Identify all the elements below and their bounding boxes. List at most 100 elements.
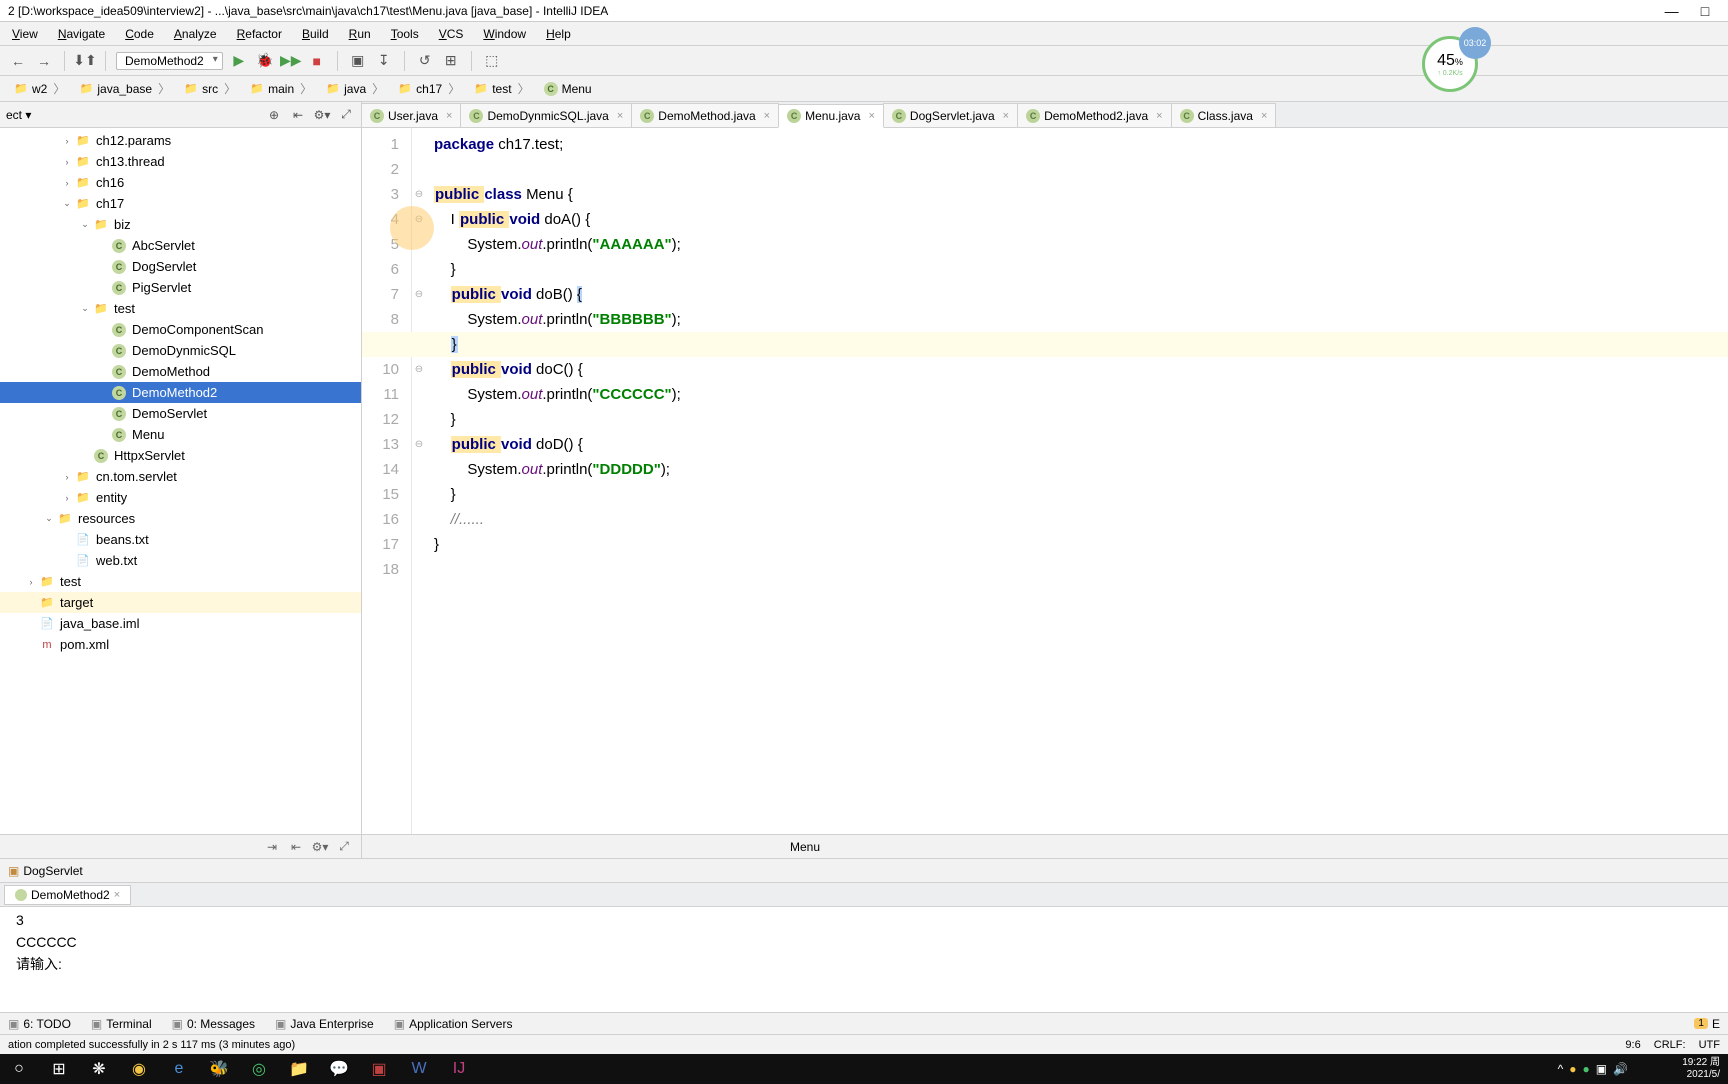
breadcrumb-item[interactable]: 📁 w2〉	[8, 79, 73, 98]
tool-1-icon[interactable]: ▣	[348, 51, 368, 71]
tree-item-dogservlet[interactable]: CDogServlet	[0, 256, 361, 277]
tray-sound-icon[interactable]: 🔊	[1613, 1062, 1628, 1076]
editor-tab-demomethod2-java[interactable]: CDemoMethod2.java×	[1017, 103, 1172, 127]
code-content[interactable]: package ch17.test;public class Menu { I …	[426, 128, 1728, 834]
breadcrumb-item[interactable]: 📁 test〉	[468, 79, 537, 98]
tree-item-ch13-thread[interactable]: ›📁ch13.thread	[0, 151, 361, 172]
code-editor[interactable]: 123456789101112131415161718 ⊖⊖⊖⊖⊖⊖ packa…	[362, 128, 1728, 834]
tree-item-democomponentscan[interactable]: CDemoComponentScan	[0, 319, 361, 340]
close-icon[interactable]: ×	[868, 110, 874, 122]
tool-2-icon[interactable]: ↧	[374, 51, 394, 71]
menu-refactor[interactable]: Refactor	[229, 25, 290, 43]
app6-icon[interactable]: ▣	[364, 1055, 394, 1083]
editor-tab-class-java[interactable]: CClass.java×	[1171, 103, 1277, 127]
editor-tab-demodynmicsql-java[interactable]: CDemoDynmicSQL.java×	[460, 103, 632, 127]
tool-window-0--messages[interactable]: ▣ 0: Messages	[172, 1017, 255, 1031]
back-icon[interactable]: ←	[8, 51, 28, 71]
tray-3-icon[interactable]: ▣	[1596, 1062, 1607, 1076]
tree-item-beans-txt[interactable]: 📄beans.txt	[0, 529, 361, 550]
tree-item-pom-xml[interactable]: mpom.xml	[0, 634, 361, 655]
tree-item-java-base-iml[interactable]: 📄java_base.iml	[0, 613, 361, 634]
run-icon[interactable]: ▶	[229, 51, 249, 71]
breadcrumb-item[interactable]: 📁 ch17〉	[392, 79, 468, 98]
locate-icon[interactable]: ⊕	[265, 106, 283, 124]
menu-analyze[interactable]: Analyze	[166, 25, 225, 43]
tree-item-menu[interactable]: CMenu	[0, 424, 361, 445]
close-icon[interactable]: ×	[1003, 110, 1009, 122]
project-tree[interactable]: ›📁ch12.params›📁ch13.thread›📁ch16⌄📁ch17⌄📁…	[0, 128, 361, 834]
editor-tab-dogservlet-java[interactable]: CDogServlet.java×	[883, 103, 1018, 127]
settings2-icon[interactable]: ⚙▾	[311, 840, 329, 854]
edge-icon[interactable]: e	[164, 1055, 194, 1083]
wechat-icon[interactable]: 💬	[324, 1055, 354, 1083]
coverage-icon[interactable]: ▶▶	[281, 51, 301, 71]
forward-icon[interactable]: →	[34, 51, 54, 71]
settings-icon[interactable]: ⚙▾	[313, 106, 331, 124]
editor-tab-demomethod-java[interactable]: CDemoMethod.java×	[631, 103, 779, 127]
tree-item-entity[interactable]: ›📁entity	[0, 487, 361, 508]
tree-item-demomethod2[interactable]: CDemoMethod2	[0, 382, 361, 403]
chrome-icon[interactable]: ◉	[124, 1055, 154, 1083]
close-icon[interactable]: ×	[446, 110, 452, 122]
menu-window[interactable]: Window	[475, 25, 534, 43]
tray-up-icon[interactable]: ^	[1558, 1062, 1564, 1076]
cursor-position[interactable]: 9:6	[1625, 1039, 1640, 1051]
debug-icon[interactable]: 🐞	[255, 51, 275, 71]
fold-gutter[interactable]: ⊖⊖⊖⊖⊖⊖	[412, 128, 426, 834]
collapse-icon[interactable]: ⇤	[289, 106, 307, 124]
tray-2-icon[interactable]: ●	[1582, 1062, 1589, 1076]
tool-5-icon[interactable]: ⬚	[482, 51, 502, 71]
minimize-icon[interactable]: —	[1657, 3, 1687, 19]
menu-view[interactable]: View	[4, 25, 46, 43]
tree-item-ch12-params[interactable]: ›📁ch12.params	[0, 130, 361, 151]
menu-build[interactable]: Build	[294, 25, 337, 43]
maximize-icon[interactable]: □	[1690, 3, 1720, 19]
tree-item-web-txt[interactable]: 📄web.txt	[0, 550, 361, 571]
tree-item-target[interactable]: 📁target	[0, 592, 361, 613]
tool-window-6--todo[interactable]: ▣ 6: TODO	[8, 1017, 71, 1031]
tool-3-icon[interactable]: ↺	[415, 51, 435, 71]
tree-item-httpxservlet[interactable]: CHttpxServlet	[0, 445, 361, 466]
tree-item-demodynmicsql[interactable]: CDemoDynmicSQL	[0, 340, 361, 361]
app1-icon[interactable]: ❋	[84, 1055, 114, 1083]
hide2-icon[interactable]: ⤢	[335, 839, 353, 854]
breadcrumb-item[interactable]: 📁 java_base〉	[73, 79, 178, 98]
menu-navigate[interactable]: Navigate	[50, 25, 113, 43]
encoding[interactable]: UTF	[1699, 1039, 1720, 1051]
close-icon[interactable]: ×	[1156, 110, 1162, 122]
expand-icon[interactable]: ⇥	[263, 840, 281, 854]
close-icon[interactable]: ×	[114, 889, 120, 901]
hide-icon[interactable]: ⤢	[337, 106, 355, 124]
breadcrumb-item[interactable]: 📁 java〉	[320, 79, 392, 98]
tree-item-ch16[interactable]: ›📁ch16	[0, 172, 361, 193]
tree-item-test[interactable]: ›📁test	[0, 571, 361, 592]
build-icon[interactable]: ⬇⬆	[75, 51, 95, 71]
intellij-icon[interactable]: IJ	[444, 1055, 474, 1083]
line-separator[interactable]: CRLF:	[1654, 1039, 1686, 1051]
tray-1-icon[interactable]: ●	[1569, 1062, 1576, 1076]
task-view-icon[interactable]: ⊞	[44, 1055, 74, 1083]
menu-code[interactable]: Code	[117, 25, 162, 43]
run-tab[interactable]: DemoMethod2 ×	[4, 885, 131, 905]
tool-window-application-servers[interactable]: ▣ Application Servers	[394, 1017, 513, 1031]
tree-item-resources[interactable]: ⌄📁resources	[0, 508, 361, 529]
close-icon[interactable]: ×	[764, 110, 770, 122]
wps-icon[interactable]: W	[404, 1055, 434, 1083]
tree-item-demomethod[interactable]: CDemoMethod	[0, 361, 361, 382]
breadcrumb-item[interactable]: C Menu	[538, 81, 598, 97]
tree-item-demoservlet[interactable]: CDemoServlet	[0, 403, 361, 424]
menu-run[interactable]: Run	[341, 25, 379, 43]
breadcrumb-item[interactable]: 📁 src〉	[178, 79, 244, 98]
explorer-icon[interactable]: 📁	[284, 1055, 314, 1083]
close-icon[interactable]: ×	[617, 110, 623, 122]
close-icon[interactable]: ×	[1261, 110, 1267, 122]
tree-item-ch17[interactable]: ⌄📁ch17	[0, 193, 361, 214]
taskbar-clock[interactable]: 19:22 周2021/5/	[1682, 1057, 1720, 1081]
stop-icon[interactable]: ■	[307, 51, 327, 71]
tree-item-pigservlet[interactable]: CPigServlet	[0, 277, 361, 298]
menu-vcs[interactable]: VCS	[431, 25, 472, 43]
app3-icon[interactable]: 🐝	[204, 1055, 234, 1083]
cortana-icon[interactable]: ○	[4, 1055, 34, 1083]
tree-item-biz[interactable]: ⌄📁biz	[0, 214, 361, 235]
breadcrumb-item[interactable]: 📁 main〉	[244, 79, 320, 98]
